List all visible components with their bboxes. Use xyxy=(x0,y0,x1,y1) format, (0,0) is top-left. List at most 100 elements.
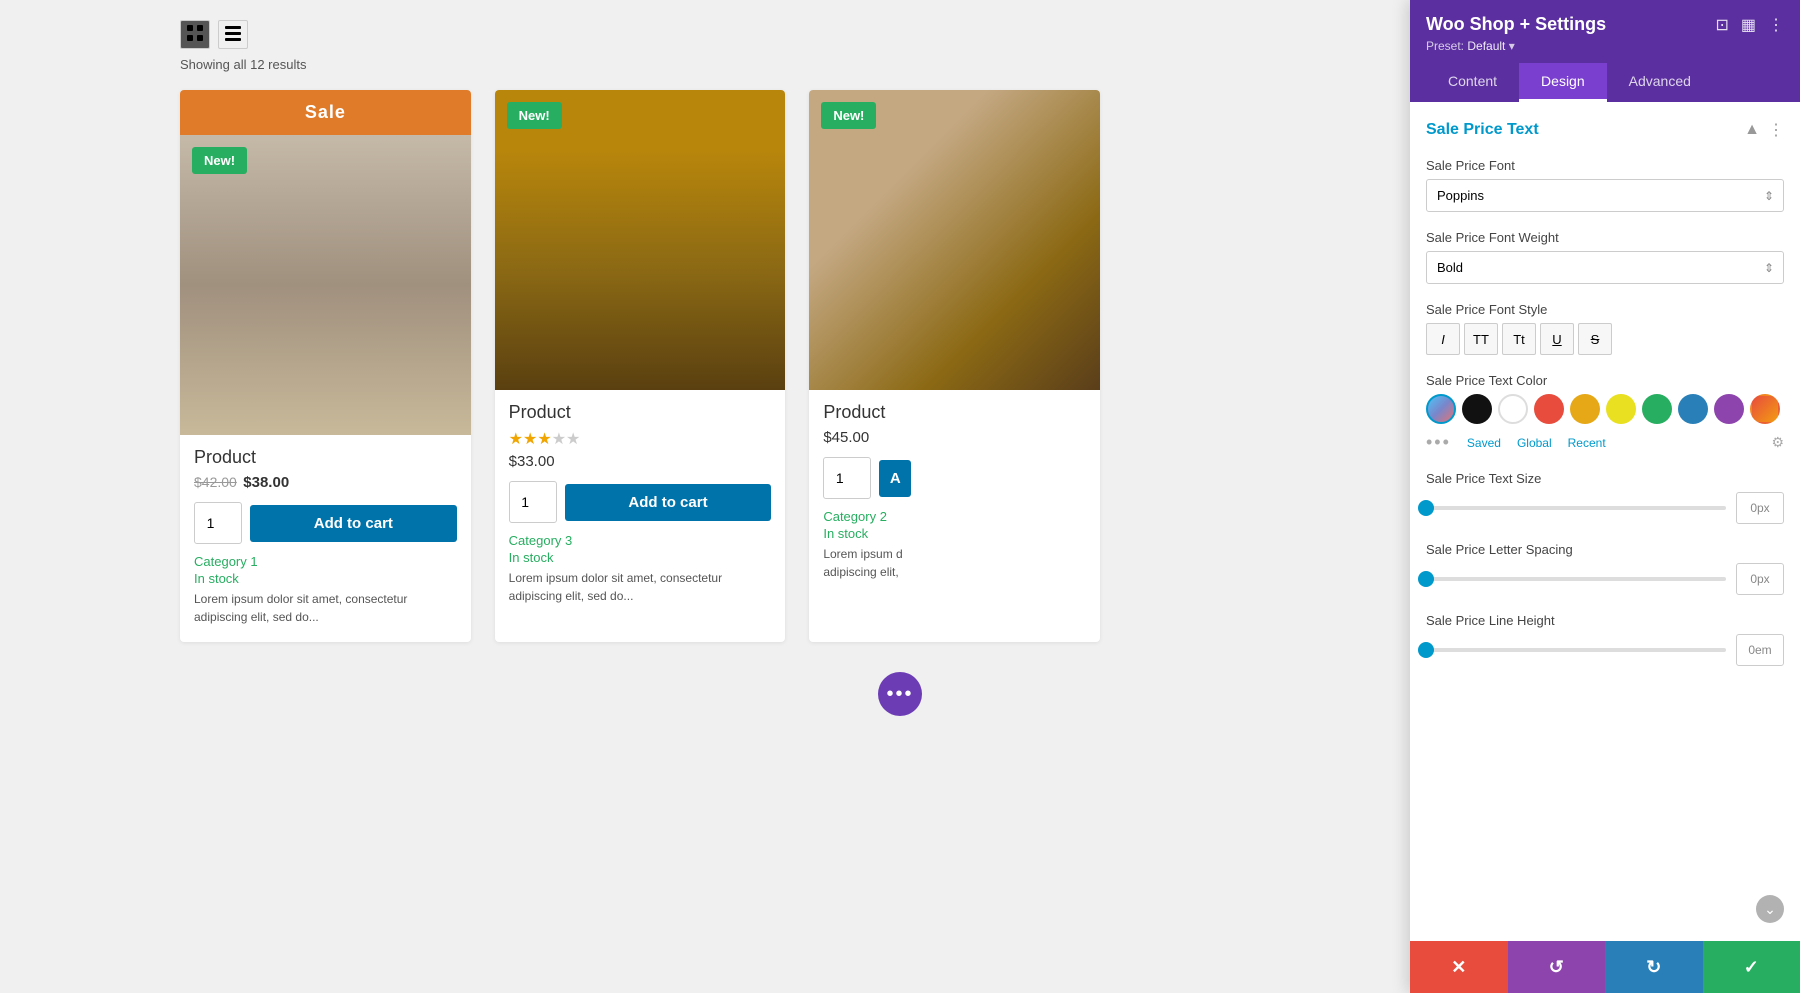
style-italic[interactable]: I xyxy=(1426,323,1460,355)
color-blue[interactable] xyxy=(1678,394,1708,424)
spacing-slider-thumb[interactable] xyxy=(1418,571,1434,587)
product-desc-1: Lorem ipsum dolor sit amet, consectetur … xyxy=(194,590,457,626)
product-card-2: New! Product ★★★★★ $33.00 Add to cart Ca… xyxy=(495,90,786,642)
price-wrap-2: $33.00 xyxy=(509,453,772,471)
size-slider-thumb[interactable] xyxy=(1418,500,1434,516)
style-field: Sale Price Font Style I TT Tt U S xyxy=(1426,302,1784,355)
size-slider-row: 0px xyxy=(1426,492,1784,524)
weight-select[interactable]: Bold Normal Bolder Lighter xyxy=(1426,251,1784,284)
price-new-1: $38.00 xyxy=(243,474,289,491)
price-old-1: $42.00 xyxy=(194,474,237,490)
weight-label: Sale Price Font Weight xyxy=(1426,230,1784,245)
list-view-button[interactable] xyxy=(218,20,248,49)
weight-select-wrap: Bold Normal Bolder Lighter ⇕ xyxy=(1426,251,1784,284)
product-category-2[interactable]: Category 3 xyxy=(509,533,772,548)
redo-button[interactable]: ↻ xyxy=(1605,941,1703,993)
color-green[interactable] xyxy=(1642,394,1672,424)
product-info-1: Product $42.00 $38.00 xyxy=(180,435,471,492)
color-gradient[interactable] xyxy=(1750,394,1780,424)
more-icon[interactable]: ⋮ xyxy=(1768,15,1784,35)
style-label: Sale Price Font Style xyxy=(1426,302,1784,317)
line-height-slider-thumb[interactable] xyxy=(1418,642,1434,658)
spacing-field: Sale Price Letter Spacing 0px xyxy=(1426,542,1784,595)
spacing-slider-row: 0px xyxy=(1426,563,1784,595)
confirm-button[interactable]: ✓ xyxy=(1703,941,1800,993)
color-field: Sale Price Text Color ••• Saved Global R… xyxy=(1426,373,1784,453)
scroll-down-arrow[interactable]: ⌄ xyxy=(1756,895,1784,923)
panel-body: Sale Price Text ▲ ⋮ Sale Price Font Popp… xyxy=(1410,102,1800,941)
product-desc-2: Lorem ipsum dolor sit amet, consectetur … xyxy=(509,569,772,605)
font-label: Sale Price Font xyxy=(1426,158,1784,173)
color-red[interactable] xyxy=(1534,394,1564,424)
spacing-value[interactable]: 0px xyxy=(1736,563,1784,595)
product-name-1: Product xyxy=(194,447,457,468)
undo-button[interactable]: ↺ xyxy=(1508,941,1606,993)
color-picker-swatch[interactable] xyxy=(1426,394,1456,424)
color-global[interactable]: Global xyxy=(1517,436,1552,450)
panel-header: Woo Shop + Settings ⊡ ▦ ⋮ Preset: Defaul… xyxy=(1410,0,1800,102)
settings-panel: Woo Shop + Settings ⊡ ▦ ⋮ Preset: Defaul… xyxy=(1410,0,1800,993)
qty-input-1[interactable] xyxy=(194,502,242,544)
style-capitalize[interactable]: Tt xyxy=(1502,323,1536,355)
color-settings-icon[interactable]: ⚙ xyxy=(1771,434,1784,451)
color-more-dots[interactable]: ••• xyxy=(1426,432,1451,453)
new-badge-3: New! xyxy=(821,102,876,129)
tab-content[interactable]: Content xyxy=(1426,63,1519,102)
color-label: Sale Price Text Color xyxy=(1426,373,1784,388)
product-stars-2: ★★★★★ xyxy=(509,429,772,449)
style-strikethrough[interactable]: S xyxy=(1578,323,1612,355)
panel-footer: ✕ ↺ ↻ ✓ xyxy=(1410,941,1800,993)
product-category-3[interactable]: Category 2 xyxy=(823,509,1086,524)
line-height-field: Sale Price Line Height 0em xyxy=(1426,613,1784,666)
font-field: Sale Price Font Poppins Roboto Open Sans… xyxy=(1426,158,1784,212)
preset-value: Default xyxy=(1467,39,1505,53)
panel-preset[interactable]: Preset: Default ▾ xyxy=(1426,39,1784,53)
line-height-label: Sale Price Line Height xyxy=(1426,613,1784,628)
product-desc-3: Lorem ipsum dadipiscing elit, xyxy=(823,545,1086,581)
panel-title-row: Woo Shop + Settings ⊡ ▦ ⋮ xyxy=(1426,14,1784,35)
color-black[interactable] xyxy=(1462,394,1492,424)
panel-title-icons: ⊡ ▦ ⋮ xyxy=(1715,15,1784,35)
color-yellow[interactable] xyxy=(1606,394,1636,424)
color-purple[interactable] xyxy=(1714,394,1744,424)
tab-advanced[interactable]: Advanced xyxy=(1607,63,1713,102)
cancel-button[interactable]: ✕ xyxy=(1410,941,1508,993)
expand-icon[interactable]: ⊡ xyxy=(1715,15,1728,35)
color-recent[interactable]: Recent xyxy=(1568,436,1606,450)
color-saved[interactable]: Saved xyxy=(1467,436,1501,450)
section-header-icons: ▲ ⋮ xyxy=(1744,120,1784,140)
grid-view-button[interactable] xyxy=(180,20,210,49)
style-underline[interactable]: U xyxy=(1540,323,1574,355)
price-wrap-3: $45.00 xyxy=(823,429,1086,447)
product-category-1[interactable]: Category 1 xyxy=(194,554,457,569)
line-height-value[interactable]: 0em xyxy=(1736,634,1784,666)
pagination-button[interactable]: ••• xyxy=(878,672,922,716)
tab-design[interactable]: Design xyxy=(1519,63,1607,102)
layout-icon[interactable]: ▦ xyxy=(1741,15,1756,35)
qty-input-2[interactable] xyxy=(509,481,557,523)
size-value[interactable]: 0px xyxy=(1736,492,1784,524)
color-orange[interactable] xyxy=(1570,394,1600,424)
add-to-cart-wrap-2: Add to cart xyxy=(509,481,772,523)
size-label: Sale Price Text Size xyxy=(1426,471,1784,486)
font-select-wrap: Poppins Roboto Open Sans Lato ⇕ xyxy=(1426,179,1784,212)
new-badge-1: New! xyxy=(192,147,247,174)
collapse-icon[interactable]: ▲ xyxy=(1744,121,1760,139)
color-white[interactable] xyxy=(1498,394,1528,424)
add-to-cart-button-1[interactable]: Add to cart xyxy=(250,505,457,542)
product-name-3: Product xyxy=(823,402,1086,423)
add-to-cart-button-3-partial[interactable]: A xyxy=(879,460,911,497)
font-select[interactable]: Poppins Roboto Open Sans Lato xyxy=(1426,179,1784,212)
spacing-slider-track[interactable] xyxy=(1426,577,1726,581)
add-to-cart-wrap-1: Add to cart xyxy=(194,502,457,544)
size-slider-track[interactable] xyxy=(1426,506,1726,510)
qty-input-3[interactable] xyxy=(823,457,871,499)
style-uppercase[interactable]: TT xyxy=(1464,323,1498,355)
section-more-icon[interactable]: ⋮ xyxy=(1768,120,1784,140)
price-single-2: $33.00 xyxy=(509,453,555,470)
price-wrap-1: $42.00 $38.00 xyxy=(194,474,457,492)
add-to-cart-button-2[interactable]: Add to cart xyxy=(565,484,772,521)
line-height-slider-track[interactable] xyxy=(1426,648,1726,652)
weight-field: Sale Price Font Weight Bold Normal Bolde… xyxy=(1426,230,1784,284)
panel-tabs: Content Design Advanced xyxy=(1426,63,1784,102)
